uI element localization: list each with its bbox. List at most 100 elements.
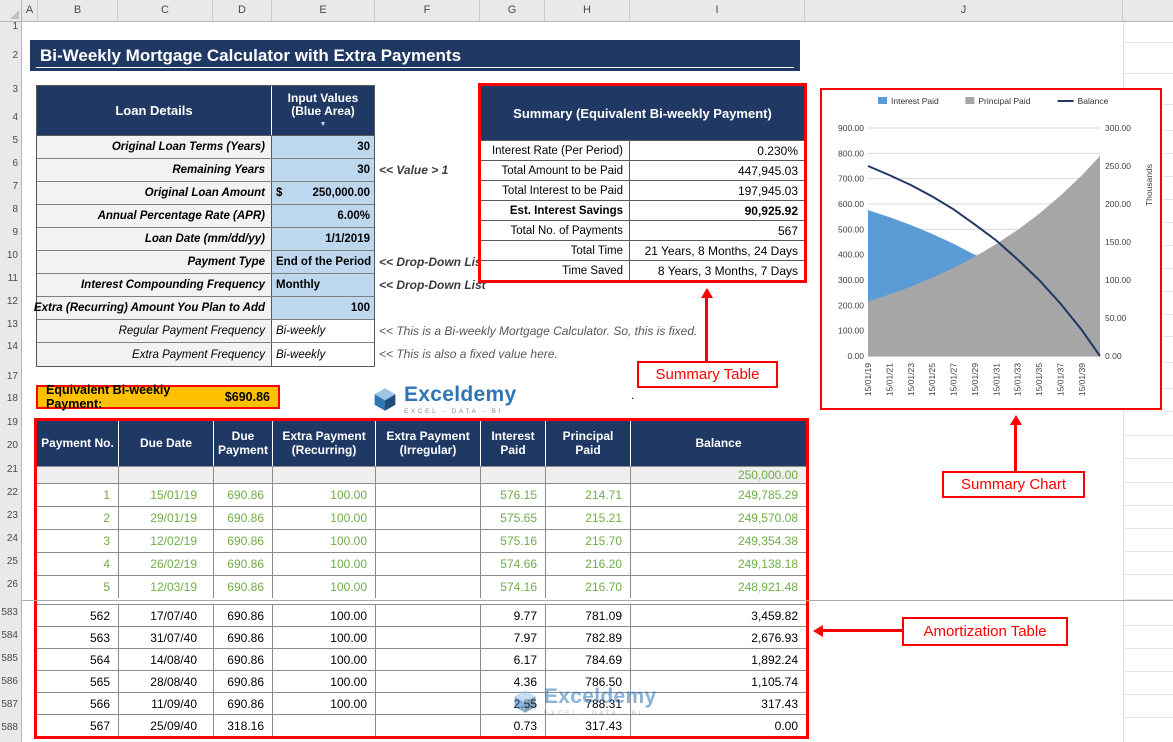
- cell-extra_irregular[interactable]: [376, 507, 481, 529]
- cell-due_payment[interactable]: 690.86: [214, 605, 273, 626]
- cell-no[interactable]: 5: [37, 576, 119, 598]
- cell-extra_recurring[interactable]: 100.00: [273, 576, 376, 598]
- row-header-8[interactable]: 8: [12, 203, 18, 217]
- row-header-18[interactable]: 18: [7, 392, 18, 406]
- cell-interest[interactable]: 6.17: [481, 649, 546, 670]
- input-values-header[interactable]: Input Values (Blue Area) ▼: [271, 86, 374, 135]
- row-header-584[interactable]: 584: [1, 629, 18, 643]
- amortization-column-header[interactable]: Payment No.: [37, 421, 119, 466]
- cell-interest[interactable]: 575.65: [481, 507, 546, 529]
- row-header-585[interactable]: 585: [1, 652, 18, 666]
- loan-details-header[interactable]: Loan Details: [37, 86, 271, 135]
- row-header-19[interactable]: 19: [7, 416, 18, 430]
- cell-extra_recurring[interactable]: 100.00: [273, 627, 376, 648]
- cell-due_date[interactable]: 28/08/40: [119, 671, 214, 692]
- cell-interest[interactable]: 7.97: [481, 627, 546, 648]
- cell-due_date[interactable]: 12/02/19: [119, 530, 214, 552]
- row-header-20[interactable]: 20: [7, 439, 18, 453]
- cell-due_payment[interactable]: 318.16: [214, 715, 273, 736]
- amortization-column-header[interactable]: Extra Payment (Recurring): [273, 421, 376, 466]
- column-header-A[interactable]: A: [22, 0, 38, 21]
- cell-extra_recurring[interactable]: [273, 715, 376, 736]
- cell-due_date[interactable]: 17/07/40: [119, 605, 214, 626]
- row-header-11[interactable]: 11: [8, 272, 18, 286]
- row-header-588[interactable]: 588: [1, 721, 18, 735]
- loan-row-label[interactable]: Regular Payment Frequency: [37, 320, 271, 342]
- loan-row-label[interactable]: Extra (Recurring) Amount You Plan to Add: [34, 297, 271, 319]
- row-header-9[interactable]: 9: [12, 226, 18, 240]
- cell-due_payment[interactable]: 690.86: [214, 484, 273, 506]
- cell-no[interactable]: 565: [37, 671, 119, 692]
- summary-row-label[interactable]: Total Amount to be Paid: [481, 161, 630, 180]
- cell-extra_recurring[interactable]: 100.00: [273, 693, 376, 714]
- summary-row-label[interactable]: Total Interest to be Paid: [481, 181, 630, 200]
- column-header-D[interactable]: D: [213, 0, 272, 21]
- loan-row-label[interactable]: Original Loan Amount: [37, 182, 271, 204]
- summary-row-value[interactable]: 90,925.92: [630, 201, 804, 220]
- cell-balance[interactable]: 1,892.24: [631, 649, 806, 670]
- amortization-column-header[interactable]: Due Date: [119, 421, 214, 466]
- row-header-21[interactable]: 21: [7, 463, 18, 477]
- cell-due_payment[interactable]: 690.86: [214, 627, 273, 648]
- cell-balance[interactable]: 2,676.93: [631, 627, 806, 648]
- row-header-14[interactable]: 14: [7, 340, 18, 354]
- summary-row-value[interactable]: 197,945.03: [630, 181, 804, 200]
- cell-principal[interactable]: 215.70: [546, 530, 631, 552]
- equivalent-payment-box[interactable]: Equivalent Bi-weekly Payment: $690.86: [36, 383, 280, 411]
- cell-no[interactable]: 563: [37, 627, 119, 648]
- cell-interest[interactable]: 574.16: [481, 576, 546, 598]
- cell-due_payment[interactable]: 690.86: [214, 693, 273, 714]
- row-header-587[interactable]: 587: [1, 698, 18, 712]
- cell-interest[interactable]: 574.66: [481, 553, 546, 575]
- loan-row-label[interactable]: Annual Percentage Rate (APR): [37, 205, 271, 227]
- cell-due_date[interactable]: 14/08/40: [119, 649, 214, 670]
- row-header-4[interactable]: 4: [12, 111, 18, 125]
- cell-interest[interactable]: [481, 467, 546, 483]
- row-header-22[interactable]: 22: [7, 486, 18, 500]
- cell-no[interactable]: 4: [37, 553, 119, 575]
- cell-extra_irregular[interactable]: [376, 484, 481, 506]
- cell-extra_irregular[interactable]: [376, 715, 481, 736]
- loan-row-value[interactable]: Monthly: [271, 274, 374, 296]
- column-header-I[interactable]: I: [630, 0, 805, 21]
- amortization-column-header[interactable]: Principal Paid: [546, 421, 631, 466]
- cell-extra_recurring[interactable]: 100.00: [273, 605, 376, 626]
- cell-extra_recurring[interactable]: 100.00: [273, 484, 376, 506]
- column-header-F[interactable]: F: [375, 0, 480, 21]
- cell-due_date[interactable]: 26/02/19: [119, 553, 214, 575]
- loan-row-value[interactable]: 30: [271, 136, 374, 158]
- cell-balance[interactable]: 3,459.82: [631, 605, 806, 626]
- loan-row-value[interactable]: 100: [271, 297, 374, 319]
- cell-no[interactable]: 564: [37, 649, 119, 670]
- loan-row-label[interactable]: Interest Compounding Frequency: [37, 274, 271, 296]
- cell-extra_recurring[interactable]: 100.00: [273, 671, 376, 692]
- cell-no[interactable]: 3: [37, 530, 119, 552]
- cell-extra_irregular[interactable]: [376, 693, 481, 714]
- summary-row-value[interactable]: 0.230%: [630, 141, 804, 160]
- cell-extra_recurring[interactable]: 100.00: [273, 553, 376, 575]
- row-header-5[interactable]: 5: [12, 134, 18, 148]
- cell-no[interactable]: [37, 467, 119, 483]
- cell-principal[interactable]: 781.09: [546, 605, 631, 626]
- loan-row-value[interactable]: Bi-weekly: [271, 343, 374, 366]
- row-header-583[interactable]: 583: [1, 606, 18, 620]
- cell-due_payment[interactable]: [214, 467, 273, 483]
- cell-due_payment[interactable]: 690.86: [214, 530, 273, 552]
- cell-extra_irregular[interactable]: [376, 605, 481, 626]
- cell-no[interactable]: 562: [37, 605, 119, 626]
- loan-row-value[interactable]: End of the Period: [271, 251, 374, 273]
- cell-due_date[interactable]: 29/01/19: [119, 507, 214, 529]
- column-header-E[interactable]: E: [272, 0, 375, 21]
- summary-row-value[interactable]: 567: [630, 221, 804, 240]
- loan-row-value[interactable]: $250,000.00: [271, 182, 374, 204]
- cell-principal[interactable]: 214.71: [546, 484, 631, 506]
- column-header-C[interactable]: C: [118, 0, 213, 21]
- loan-row-value[interactable]: 6.00%: [271, 205, 374, 227]
- cell-extra_irregular[interactable]: [376, 627, 481, 648]
- row-header-17[interactable]: 17: [7, 370, 18, 384]
- loan-row-label[interactable]: Loan Date (mm/dd/yy): [37, 228, 271, 250]
- cell-extra_irregular[interactable]: [376, 530, 481, 552]
- summary-table-header[interactable]: Summary (Equivalent Bi-weekly Payment): [481, 86, 804, 140]
- summary-chart[interactable]: 0.00 100.00 200.00 300.00 400.00 500.00 600.00…: [820, 88, 1162, 410]
- cell-due_date[interactable]: 25/09/40: [119, 715, 214, 736]
